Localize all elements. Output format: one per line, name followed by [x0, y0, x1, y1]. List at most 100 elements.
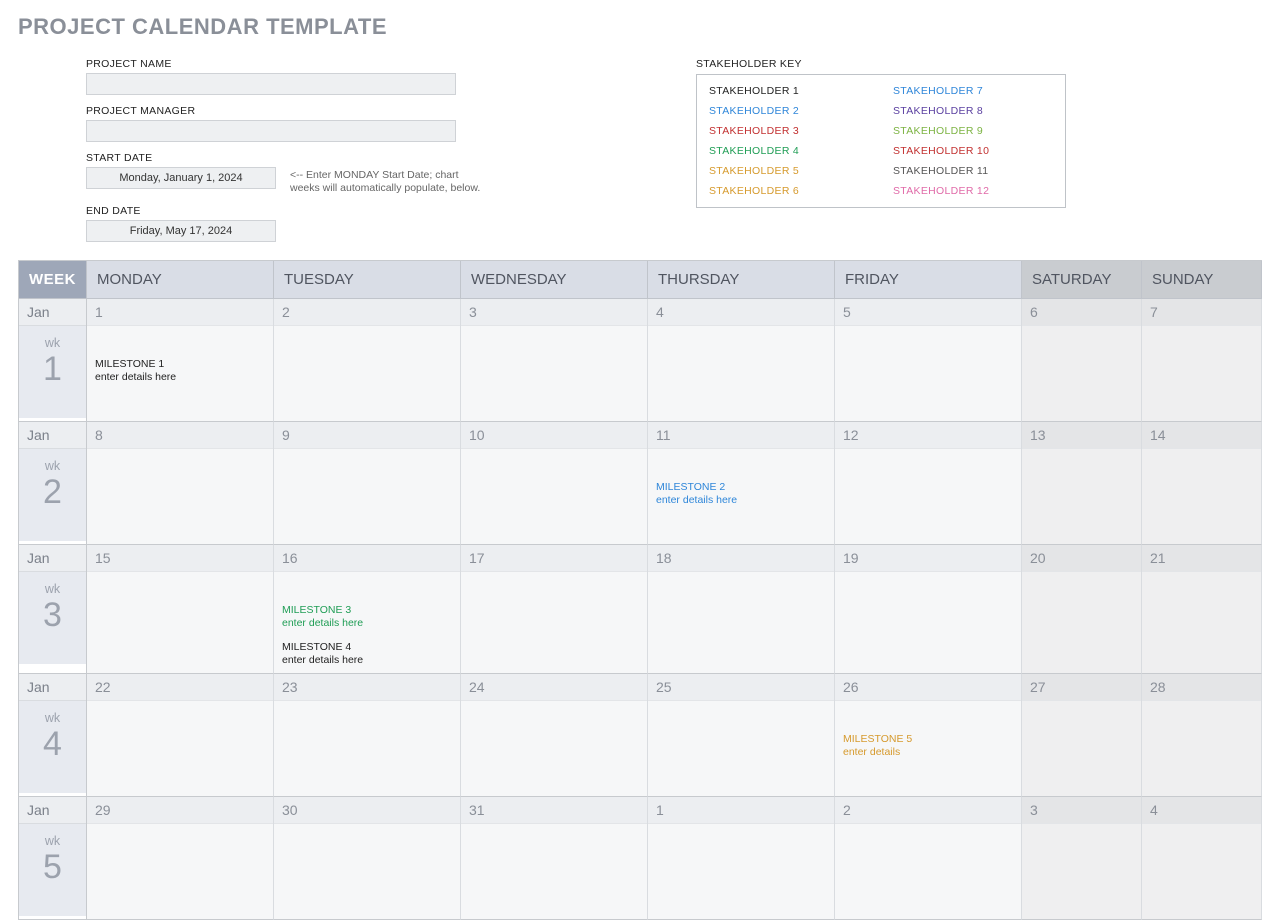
milestone-detail: enter details here: [282, 654, 452, 667]
day-date: 19: [835, 545, 1021, 572]
day-cell[interactable]: 29: [87, 797, 274, 920]
day-date: 31: [461, 797, 647, 824]
day-cell[interactable]: 20: [1022, 545, 1142, 674]
page-title: PROJECT CALENDAR TEMPLATE: [0, 0, 1280, 48]
week-number: 4: [43, 725, 62, 763]
day-date: 5: [835, 299, 1021, 326]
day-cell[interactable]: 2: [274, 299, 461, 422]
day-cell[interactable]: 21: [1142, 545, 1262, 674]
day-header: THURSDAY: [648, 261, 835, 299]
day-cell[interactable]: 4: [1142, 797, 1262, 920]
day-date: 26: [835, 674, 1021, 701]
week-month-label: Jan: [19, 545, 86, 572]
milestone[interactable]: MILESTONE 5enter details: [843, 733, 1013, 759]
day-date: 16: [274, 545, 460, 572]
milestone-detail: enter details here: [282, 617, 452, 630]
day-cell[interactable]: 31: [461, 797, 648, 920]
milestone-title: MILESTONE 1: [95, 358, 265, 371]
week-month-label: Jan: [19, 674, 86, 701]
project-manager-input[interactable]: [86, 120, 456, 142]
day-cell[interactable]: 22: [87, 674, 274, 797]
day-cell[interactable]: 13: [1022, 422, 1142, 545]
day-cell[interactable]: 25: [648, 674, 835, 797]
day-cell[interactable]: 14: [1142, 422, 1262, 545]
project-form: PROJECT NAME PROJECT MANAGER START DATE …: [86, 48, 556, 242]
day-cell[interactable]: 24: [461, 674, 648, 797]
stakeholder-item: STAKEHOLDER 9: [881, 121, 1065, 141]
day-cell[interactable]: 15: [87, 545, 274, 674]
stakeholder-item: STAKEHOLDER 8: [881, 101, 1065, 121]
week-number: 2: [43, 473, 62, 511]
day-date: 4: [1142, 797, 1261, 824]
milestone-title: MILESTONE 4: [282, 641, 452, 654]
day-cell[interactable]: 1MILESTONE 1enter details here: [87, 299, 274, 422]
day-header: WEDNESDAY: [461, 261, 648, 299]
day-cell[interactable]: 2: [835, 797, 1022, 920]
day-date: 7: [1142, 299, 1261, 326]
day-cell[interactable]: 17: [461, 545, 648, 674]
day-date: 15: [87, 545, 273, 572]
stakeholder-item: STAKEHOLDER 10: [881, 141, 1065, 161]
day-date: 29: [87, 797, 273, 824]
day-header: SUNDAY: [1142, 261, 1262, 299]
day-cell[interactable]: 3: [1022, 797, 1142, 920]
week-cell: Janwk5: [19, 797, 87, 920]
day-cell[interactable]: 27: [1022, 674, 1142, 797]
start-date-label: START DATE: [86, 152, 556, 164]
wk-label: wk: [19, 582, 86, 596]
day-date: 18: [648, 545, 834, 572]
day-cell[interactable]: 19: [835, 545, 1022, 674]
milestone[interactable]: MILESTONE 3enter details here: [282, 604, 452, 630]
day-date: 4: [648, 299, 834, 326]
start-date-input[interactable]: [86, 167, 276, 189]
week-month-label: Jan: [19, 422, 86, 449]
day-date: 1: [648, 797, 834, 824]
day-date: 11: [648, 422, 834, 449]
week-month-label: Jan: [19, 299, 86, 326]
day-date: 21: [1142, 545, 1261, 572]
week-cell: Janwk4: [19, 674, 87, 797]
day-cell[interactable]: 23: [274, 674, 461, 797]
day-date: 6: [1022, 299, 1141, 326]
day-date: 20: [1022, 545, 1141, 572]
week-cell: Janwk3: [19, 545, 87, 674]
milestone[interactable]: MILESTONE 1enter details here: [95, 358, 265, 384]
project-name-input[interactable]: [86, 73, 456, 95]
day-cell[interactable]: 6: [1022, 299, 1142, 422]
day-date: 23: [274, 674, 460, 701]
end-date-input[interactable]: [86, 220, 276, 242]
day-cell[interactable]: 5: [835, 299, 1022, 422]
day-cell[interactable]: 11 MILESTONE 2enter details here: [648, 422, 835, 545]
day-cell[interactable]: 7: [1142, 299, 1262, 422]
day-cell[interactable]: 12: [835, 422, 1022, 545]
day-cell[interactable]: 3: [461, 299, 648, 422]
day-header: TUESDAY: [274, 261, 461, 299]
day-cell[interactable]: 1: [648, 797, 835, 920]
day-cell[interactable]: 8: [87, 422, 274, 545]
day-cell[interactable]: 28: [1142, 674, 1262, 797]
day-cell[interactable]: 16 MILESTONE 3enter details here MILESTONE…: [274, 545, 461, 674]
day-header: SATURDAY: [1022, 261, 1142, 299]
wk-label: wk: [19, 459, 86, 473]
milestone[interactable]: MILESTONE 2enter details here: [656, 481, 826, 507]
wk-label: wk: [19, 834, 86, 848]
day-date: 8: [87, 422, 273, 449]
day-date: 9: [274, 422, 460, 449]
day-cell[interactable]: 30: [274, 797, 461, 920]
day-cell[interactable]: 18: [648, 545, 835, 674]
day-cell[interactable]: 4: [648, 299, 835, 422]
day-date: 22: [87, 674, 273, 701]
day-header: FRIDAY: [835, 261, 1022, 299]
day-cell[interactable]: 9: [274, 422, 461, 545]
calendar-grid: WEEKMONDAYTUESDAYWEDNESDAYTHURSDAYFRIDAY…: [18, 260, 1262, 920]
week-cell: Jan wk2: [19, 422, 87, 545]
milestone[interactable]: MILESTONE 4enter details here: [282, 641, 452, 667]
day-cell[interactable]: 26 MILESTONE 5enter details: [835, 674, 1022, 797]
day-date: 27: [1022, 674, 1141, 701]
stakeholder-item: STAKEHOLDER 4: [697, 141, 881, 161]
milestone-title: MILESTONE 2: [656, 481, 826, 494]
week-number: 5: [43, 848, 62, 886]
day-cell[interactable]: 10: [461, 422, 648, 545]
day-date: 25: [648, 674, 834, 701]
stakeholder-key-grid: STAKEHOLDER 1STAKEHOLDER 7STAKEHOLDER 2S…: [696, 74, 1066, 208]
